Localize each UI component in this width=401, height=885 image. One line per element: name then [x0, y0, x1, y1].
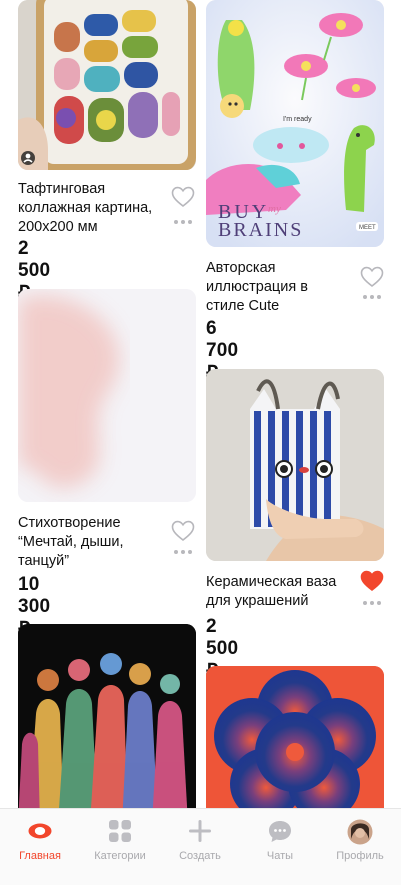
heart-icon[interactable]	[360, 266, 384, 288]
svg-text:MEET: MEET	[359, 225, 376, 231]
bottom-navigation: Главная Категории Создать Чаты Профиль	[0, 808, 401, 885]
svg-text:BRAINS: BRAINS	[218, 219, 303, 241]
more-options-icon[interactable]	[363, 600, 383, 606]
product-image-figures[interactable]	[18, 624, 196, 824]
product-image-flower[interactable]	[206, 666, 384, 824]
product-title[interactable]: Стихотворение “Мечтай, дыши, танцуй”	[18, 514, 163, 571]
tab-label: Категории	[94, 850, 146, 862]
tufting-artwork	[18, 0, 196, 170]
product-title[interactable]: Тафтинговая коллажная картина, 200х200 м…	[18, 180, 168, 237]
more-options-icon[interactable]	[174, 549, 194, 555]
avatar	[347, 819, 373, 845]
vase-photo	[206, 369, 384, 561]
more-options-icon[interactable]	[363, 294, 383, 300]
heart-filled-icon[interactable]	[360, 570, 384, 592]
tab-create[interactable]: Создать	[160, 809, 240, 885]
product-image-tufting[interactable]	[18, 0, 196, 170]
cute-illustration: I'm ready BUY my BRAINS MEET	[206, 0, 384, 247]
tab-label: Профиль	[336, 850, 384, 862]
heart-icon[interactable]	[171, 520, 195, 542]
tab-categories[interactable]: Категории	[80, 809, 160, 885]
svg-text:I'm ready: I'm ready	[283, 116, 312, 123]
product-title[interactable]: Авторская иллюстрация в стиле Cute	[206, 259, 346, 316]
tab-label: Создать	[179, 850, 221, 862]
svg-text:my: my	[268, 203, 281, 215]
poem-blur-image	[18, 289, 196, 502]
product-title[interactable]: Керамическая ваза для украшений	[206, 573, 351, 611]
plus-icon	[189, 820, 211, 842]
product-image-illustration[interactable]: I'm ready BUY my BRAINS MEET	[206, 0, 384, 247]
more-options-icon[interactable]	[174, 219, 194, 225]
grid-icon	[109, 820, 131, 842]
chat-bubble-icon	[269, 821, 291, 842]
product-image-poem[interactable]	[18, 289, 196, 502]
flower-print	[206, 666, 384, 824]
tab-label: Чаты	[266, 850, 294, 862]
tab-home[interactable]: Главная	[0, 809, 80, 885]
tab-profile[interactable]: Профиль	[320, 809, 400, 885]
tab-label: Главная	[19, 850, 61, 862]
eye-icon	[28, 823, 52, 839]
heart-icon[interactable]	[171, 186, 195, 208]
tab-chats[interactable]: Чаты	[240, 809, 320, 885]
product-image-vase[interactable]	[206, 369, 384, 561]
figures-painting	[18, 624, 196, 824]
